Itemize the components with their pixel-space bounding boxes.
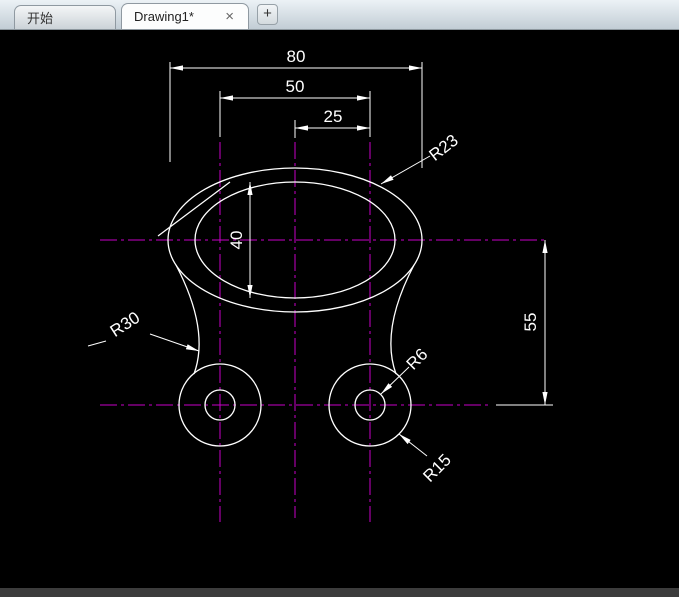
tab-drawing1-label: Drawing1* [134,9,194,24]
new-tab-button[interactable]: + [257,4,278,25]
radius-r15-label: R15 [419,450,454,485]
tab-start[interactable]: 开始 [14,5,116,29]
dimension-40-label: 40 [227,231,246,250]
dimension-80[interactable]: 80 [169,47,423,168]
autocad-window: 开始 Drawing1* × + 80 50 25 40 55 R23 R30 … [0,0,679,597]
leader-tail [87,340,107,347]
radius-dimension-r15[interactable]: R15 [398,433,455,486]
dimension-55[interactable]: 55 [496,240,553,406]
dimension-55-label: 55 [521,313,540,332]
leader-line [398,433,428,457]
drawing-canvas[interactable]: 80 50 25 40 55 R23 R30 R6 R15 [0,30,679,588]
tab-close-icon[interactable]: × [223,9,236,24]
dimension-80-label: 80 [287,47,306,66]
dimension-50-label: 50 [286,77,305,96]
radius-r30-label: R30 [107,308,144,341]
radius-construction-line [157,181,231,237]
file-tab-bar: 开始 Drawing1* × + [0,0,679,30]
dimension-25-label: 25 [324,107,343,126]
leader-line [380,155,431,185]
leader-line [149,333,200,352]
radius-r23-label: R23 [425,131,461,165]
left-waist-curve-r30 [175,264,200,375]
tab-drawing1[interactable]: Drawing1* × [121,3,249,29]
radius-dimension-r23[interactable]: R23 [380,131,462,185]
drawing-svg: 80 50 25 40 55 R23 R30 R6 R15 [87,47,553,522]
part-geometry[interactable] [157,167,423,447]
radius-dimension-r30[interactable]: R30 [87,308,200,352]
tab-start-label: 开始 [27,11,54,26]
dimension-25[interactable]: 25 [294,107,370,138]
centerlines[interactable] [100,142,548,522]
bottom-bar [0,588,679,597]
